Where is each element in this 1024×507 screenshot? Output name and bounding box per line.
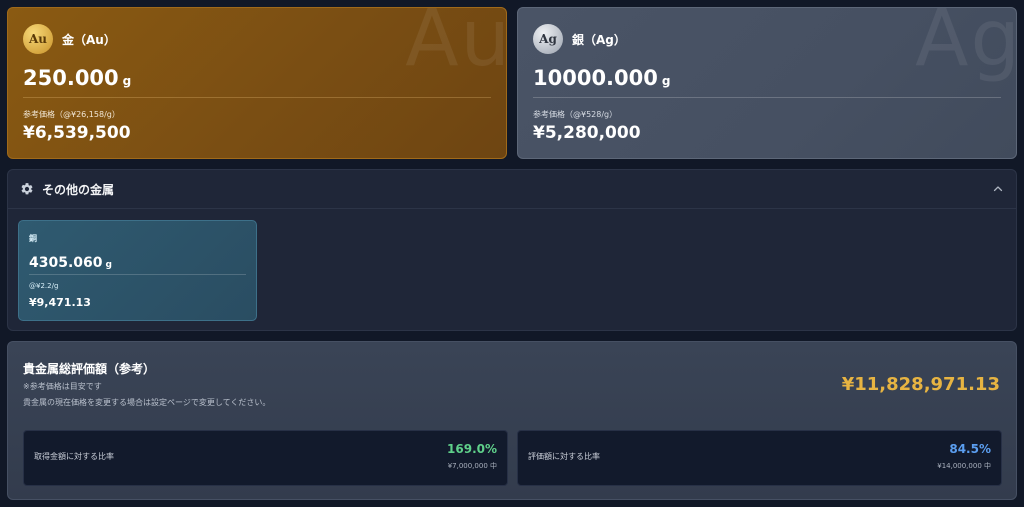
gold-card[interactable]: Au Au 金（Au） 250.000 g 参考価格（@¥26,158/g） ¥6… (7, 7, 507, 159)
ratio-valuation-sub: ¥14,000,000 中 (937, 462, 991, 470)
total-title: 貴金属総評価額（参考） (23, 362, 156, 376)
other-metals-header[interactable]: その他の金属 (8, 170, 1016, 209)
silver-amount-unit: g (661, 74, 671, 88)
silver-coin-icon: Ag (533, 24, 563, 54)
gold-card-header: Au 金（Au） (23, 24, 116, 54)
other-metals-title: その他の金属 (42, 182, 115, 197)
ratio-acquisition-value: 169.0% (447, 442, 497, 456)
ratio-valuation-label: 評価額に対する比率 (528, 452, 600, 461)
copper-card[interactable]: 銅 4305.060 g @¥2.2/g ¥9,471.13 (18, 220, 257, 321)
total-amount: ¥11,828,971.13 (841, 374, 1000, 395)
copper-amount: 4305.060 g (29, 252, 112, 271)
ratio-acquisition-card: 取得金額に対する比率 169.0% ¥7,000,000 中 (23, 430, 508, 486)
total-note-estimate: ※参考価格は目安です (23, 382, 102, 391)
gold-coin-icon: Au (23, 24, 53, 54)
copper-rate: @¥2.2/g (29, 282, 59, 290)
total-valuation-panel: 貴金属総評価額（参考） ※参考価格は目安です 貴金属の現在価格を変更する場合は設… (7, 341, 1017, 500)
copper-amount-unit: g (105, 260, 112, 270)
gold-amount: 250.000 g (23, 66, 131, 90)
gold-amount-value: 250.000 (23, 66, 119, 90)
gold-amount-unit: g (122, 74, 132, 88)
ratio-acquisition-sub: ¥7,000,000 中 (447, 462, 497, 470)
ratio-valuation-card: 評価額に対する比率 84.5% ¥14,000,000 中 (517, 430, 1002, 486)
copper-price: ¥9,471.13 (29, 296, 91, 309)
copper-amount-value: 4305.060 (29, 255, 103, 271)
gold-price: ¥6,539,500 (23, 123, 131, 143)
ratio-valuation-value: 84.5% (949, 442, 991, 456)
silver-card[interactable]: Ag Ag 銀（Ag） 10000.000 g 参考価格（@¥528/g） ¥5,… (517, 7, 1017, 159)
gold-divider (23, 97, 491, 98)
silver-card-header: Ag 銀（Ag） (533, 24, 626, 54)
gear-icon (21, 183, 33, 195)
silver-name: 銀（Ag） (572, 32, 626, 47)
other-metals-section: その他の金属 銅 4305.060 g @¥2.2/g ¥9,471.13 (7, 169, 1017, 331)
copper-divider (29, 274, 246, 275)
chevron-up-icon[interactable] (992, 183, 1004, 195)
silver-watermark: Ag (915, 7, 1017, 84)
silver-reference-label: 参考価格（@¥528/g） (533, 110, 618, 119)
copper-name: 銅 (29, 234, 37, 243)
silver-amount-value: 10000.000 (533, 66, 658, 90)
gold-watermark: Au (405, 7, 507, 84)
gold-name: 金（Au） (62, 32, 116, 47)
gold-reference-label: 参考価格（@¥26,158/g） (23, 110, 120, 119)
ratio-acquisition-label: 取得金額に対する比率 (34, 452, 114, 461)
silver-divider (533, 97, 1001, 98)
total-note-settings: 貴金属の現在価格を変更する場合は設定ページで変更してください。 (23, 398, 271, 407)
silver-price: ¥5,280,000 (533, 123, 641, 143)
silver-amount: 10000.000 g (533, 66, 670, 90)
